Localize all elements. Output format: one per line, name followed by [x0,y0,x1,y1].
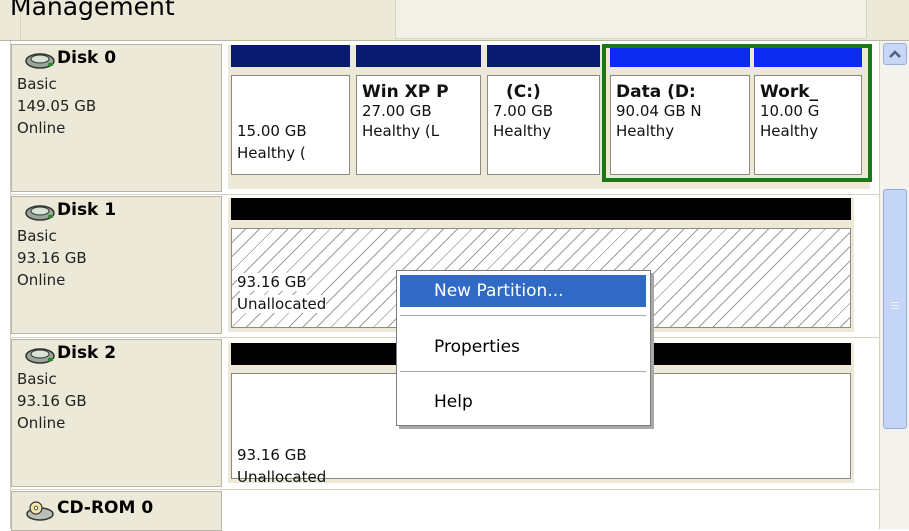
partition-size: 93.16 GB [237,446,307,464]
menu-item-properties[interactable]: Properties [400,331,646,363]
window-title-partial: Management [10,0,175,21]
disk-status: Online [17,271,66,289]
chevron-up-icon [889,50,901,58]
grip-line [891,302,899,303]
disk-name: CD-ROM 0 [57,498,154,518]
partition-size: 93.16 GB [237,273,307,291]
menu-item-new-partition[interactable]: New Partition... [400,275,646,307]
disk-0-info[interactable]: Disk 0 Basic 149.05 GB Online [11,44,222,192]
partition-size: 27.00 GB [362,102,432,120]
selection-frame [602,44,872,182]
row-divider [11,194,880,195]
partition-status: Healthy ( [237,144,306,162]
top-strip: Management [0,0,909,41]
grip-line [891,305,899,306]
top-right-pane [395,0,867,39]
partition-size: 7.00 GB [493,102,554,120]
context-menu: New Partition... Properties Help [396,270,651,426]
disk-size: 93.16 GB [17,392,87,410]
disk-icon [25,348,55,364]
disk-icon [25,53,55,69]
disk-status: Online [17,119,66,137]
disk-2-info[interactable]: Disk 2 Basic 93.16 GB Online [11,339,222,487]
partition-bar [231,45,350,67]
partition-status: Healthy (L [362,122,440,140]
cdrom-0-info[interactable]: CD-ROM 0 [11,491,222,531]
disk-type: Basic [17,370,57,388]
disk-name: Disk 2 [57,343,117,363]
partition-label: (C:) [506,82,541,102]
scroll-up-button[interactable] [883,43,907,65]
vertical-scrollbar[interactable] [879,41,909,529]
partition-0[interactable]: 15.00 GB Healthy ( [231,75,350,175]
partition-size: 15.00 GB [237,122,307,140]
row-divider [11,489,880,490]
disk-type: Basic [17,227,57,245]
disk-status: Online [17,414,66,432]
disk-icon [25,205,55,221]
partition-bar [356,45,481,67]
scroll-thumb[interactable] [883,189,907,429]
partition-label: Win XP P [362,82,449,102]
grip-line [891,308,899,309]
partition-status: Unallocated [237,295,327,313]
partition-status: Unallocated [237,468,327,486]
disk-size: 93.16 GB [17,249,87,267]
partition-winxp[interactable]: Win XP P 27.00 GB Healthy (L [356,75,481,175]
menu-separator [400,371,646,372]
disk-name: Disk 1 [57,200,117,220]
disk-size: 149.05 GB [17,97,97,115]
menu-item-help[interactable]: Help [400,386,646,418]
partition-bar [487,45,600,67]
partition-c[interactable]: (C:) 7.00 GB Healthy [487,75,600,175]
menu-separator [400,315,646,316]
partition-bar [231,198,851,220]
disk-type: Basic [17,75,57,93]
disk-1-info[interactable]: Disk 1 Basic 93.16 GB Online [11,196,222,334]
partition-status: Healthy [493,122,552,140]
cdrom-icon [26,501,54,521]
disk-name: Disk 0 [57,48,117,68]
